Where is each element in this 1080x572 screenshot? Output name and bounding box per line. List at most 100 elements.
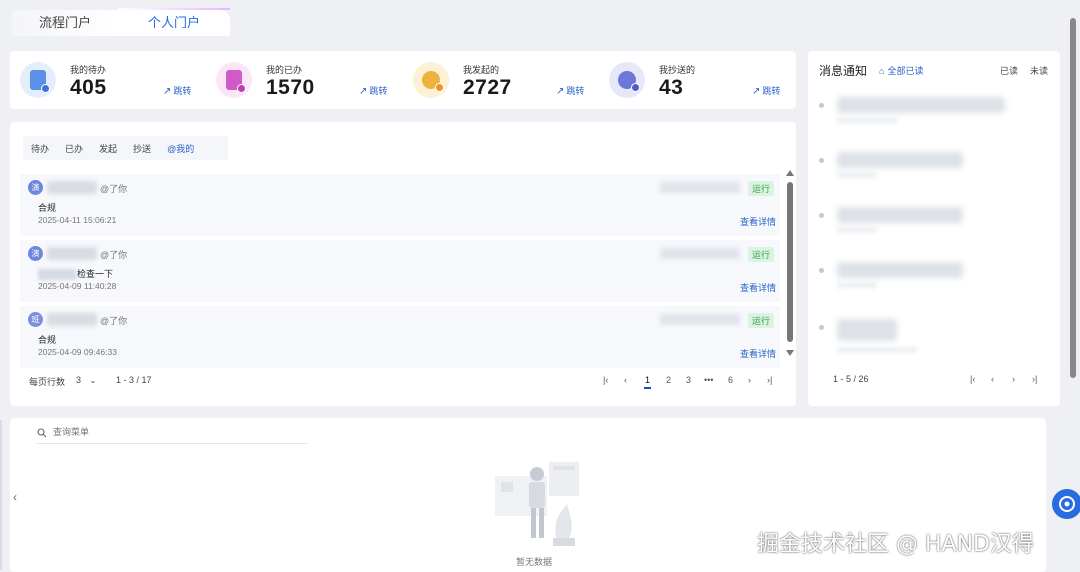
stat-todo: 我的待办 405 ↗ 跳转 bbox=[10, 51, 206, 109]
blurred-info bbox=[660, 182, 740, 193]
page-scrollbar[interactable] bbox=[1070, 18, 1076, 378]
stat-value: 2727 bbox=[463, 76, 512, 99]
page-6[interactable]: 6 bbox=[728, 375, 733, 385]
initiated-user-icon bbox=[413, 62, 449, 98]
avatar: 演 bbox=[28, 246, 43, 261]
blurred-info bbox=[660, 314, 740, 325]
filter-cc[interactable]: 抄送 bbox=[133, 142, 151, 155]
last-page-icon[interactable]: ›| bbox=[767, 375, 772, 385]
todo-doc-icon bbox=[20, 62, 56, 98]
blurred-name bbox=[47, 247, 97, 260]
list-scrollbar[interactable] bbox=[786, 170, 794, 358]
assistant-float-button[interactable] bbox=[1052, 489, 1080, 519]
stat-value: 43 bbox=[659, 76, 684, 99]
message-title: 检查一下 bbox=[77, 269, 114, 279]
list-item: 演 @了你 运行 合规 2025-04-11 15:06:21 查看详情 bbox=[20, 174, 780, 236]
message-title: 合规 bbox=[38, 203, 57, 213]
mark-all-read-button[interactable]: ⌂ 全部已读 bbox=[879, 64, 923, 77]
stat-initiated: 我发起的 2727 ↗ 跳转 bbox=[403, 51, 599, 109]
watermark: 掘金技术社区 @ HAND汉得 bbox=[757, 532, 1034, 557]
message-title: 合规 bbox=[38, 335, 57, 345]
blurred-name bbox=[47, 181, 97, 194]
filter-tabs: 待办 已办 发起 抄送 @我的 bbox=[23, 136, 228, 160]
stat-label: 我发起的 bbox=[463, 65, 500, 75]
done-doc-icon bbox=[216, 62, 252, 98]
blurred-info bbox=[660, 248, 740, 259]
blurred-prefix bbox=[38, 269, 76, 281]
next-page-icon[interactable]: › bbox=[748, 375, 751, 385]
rows-per-page-select[interactable]: 3 ⌄ bbox=[76, 375, 96, 385]
blurred-name bbox=[47, 313, 97, 326]
scroll-down-icon[interactable] bbox=[786, 350, 794, 356]
notice-panel: 消息通知 ⌂ 全部已读 已读 未读 1 - 5 / 26 |‹ ‹ › ›| bbox=[808, 51, 1060, 406]
stat-value: 1570 bbox=[266, 76, 315, 99]
view-detail-link[interactable]: 查看详情 bbox=[740, 347, 776, 360]
mention-text: @了你 bbox=[100, 316, 128, 326]
page-1[interactable]: 1 bbox=[643, 375, 652, 389]
tab-personal-portal[interactable]: 个人门户 bbox=[118, 8, 230, 36]
list-item: 演 @了你 运行 检查一下 2025-04-09 11:40:28 查看详情 bbox=[20, 240, 780, 302]
filter-mentioned[interactable]: @我的 bbox=[167, 142, 194, 155]
divider bbox=[0, 420, 2, 570]
avatar: 班 bbox=[28, 312, 43, 327]
filter-todo[interactable]: 待办 bbox=[31, 142, 49, 155]
stat-value: 405 bbox=[70, 76, 107, 99]
stat-jump-link[interactable]: ↗ 跳转 bbox=[556, 84, 584, 97]
notice-range-text: 1 - 5 / 26 bbox=[833, 374, 869, 384]
first-page-icon[interactable]: |‹ bbox=[970, 374, 975, 384]
prev-page-icon[interactable]: ‹ bbox=[624, 375, 627, 385]
message-time: 2025-04-09 11:40:28 bbox=[38, 281, 117, 291]
tab-read[interactable]: 已读 bbox=[1000, 64, 1018, 77]
filter-done[interactable]: 已办 bbox=[65, 142, 83, 155]
stat-label: 我抄送的 bbox=[659, 65, 696, 75]
prev-page-icon[interactable]: ‹ bbox=[991, 374, 994, 384]
stat-done: 我的已办 1570 ↗ 跳转 bbox=[206, 51, 402, 109]
stat-cc: 我抄送的 43 ↗ 跳转 bbox=[599, 51, 795, 109]
stat-label: 我的已办 bbox=[266, 65, 303, 75]
stat-jump-link[interactable]: ↗ 跳转 bbox=[359, 84, 387, 97]
cc-user-icon bbox=[609, 62, 645, 98]
mention-text: @了你 bbox=[100, 250, 128, 260]
search-input[interactable] bbox=[53, 427, 293, 437]
filter-initiated[interactable]: 发起 bbox=[99, 142, 117, 155]
message-time: 2025-04-09 09:46:33 bbox=[38, 347, 117, 357]
empty-state-illustration bbox=[495, 462, 579, 546]
scroll-up-icon[interactable] bbox=[786, 170, 794, 176]
status-badge: 运行 bbox=[748, 247, 775, 262]
arrow-up-right-icon: ↗ bbox=[359, 86, 368, 97]
page-3[interactable]: 3 bbox=[686, 375, 691, 385]
first-page-icon[interactable]: |‹ bbox=[603, 375, 608, 385]
last-page-icon[interactable]: ›| bbox=[1032, 374, 1037, 384]
message-time: 2025-04-11 15:06:21 bbox=[38, 215, 117, 225]
message-list-panel: 待办 已办 发起 抄送 @我的 演 @了你 运行 合规 2025-04-11 1… bbox=[10, 122, 796, 406]
arrow-up-right-icon: ↗ bbox=[556, 86, 565, 97]
empty-state-text: 暂无数据 bbox=[516, 557, 553, 567]
tab-unread[interactable]: 未读 bbox=[1030, 64, 1048, 77]
scroll-thumb[interactable] bbox=[787, 182, 793, 342]
tab-process-portal[interactable]: 流程门户 bbox=[12, 10, 118, 36]
status-badge: 运行 bbox=[748, 313, 775, 328]
stat-jump-link[interactable]: ↗ 跳转 bbox=[752, 84, 780, 97]
mark-read-icon: ⌂ bbox=[879, 66, 885, 76]
chevron-left-icon[interactable]: ‹ bbox=[13, 490, 17, 504]
message-title-row: 检查一下 bbox=[38, 267, 114, 281]
stat-jump-link[interactable]: ↗ 跳转 bbox=[163, 84, 191, 97]
menu-search bbox=[37, 426, 307, 444]
portal-tabs: 流程门户 个人门户 bbox=[0, 0, 1060, 36]
chat-bubble-icon bbox=[1059, 496, 1075, 512]
avatar: 演 bbox=[28, 180, 43, 195]
view-detail-link[interactable]: 查看详情 bbox=[740, 281, 776, 294]
search-icon bbox=[37, 428, 47, 438]
page-ellipsis[interactable]: ••• bbox=[704, 375, 713, 385]
status-badge: 运行 bbox=[748, 181, 775, 196]
page-2[interactable]: 2 bbox=[666, 375, 671, 385]
view-detail-link[interactable]: 查看详情 bbox=[740, 215, 776, 228]
list-item: 班 @了你 运行 合规 2025-04-09 09:46:33 查看详情 bbox=[20, 306, 780, 368]
notice-title: 消息通知 bbox=[819, 64, 868, 78]
stat-label: 我的待办 bbox=[70, 65, 107, 75]
range-text: 1 - 3 / 17 bbox=[116, 375, 152, 385]
arrow-up-right-icon: ↗ bbox=[163, 86, 172, 97]
rows-per-page-label: 每页行数 bbox=[29, 377, 66, 387]
next-page-icon[interactable]: › bbox=[1012, 374, 1015, 384]
chevron-down-icon: ⌄ bbox=[89, 376, 97, 385]
